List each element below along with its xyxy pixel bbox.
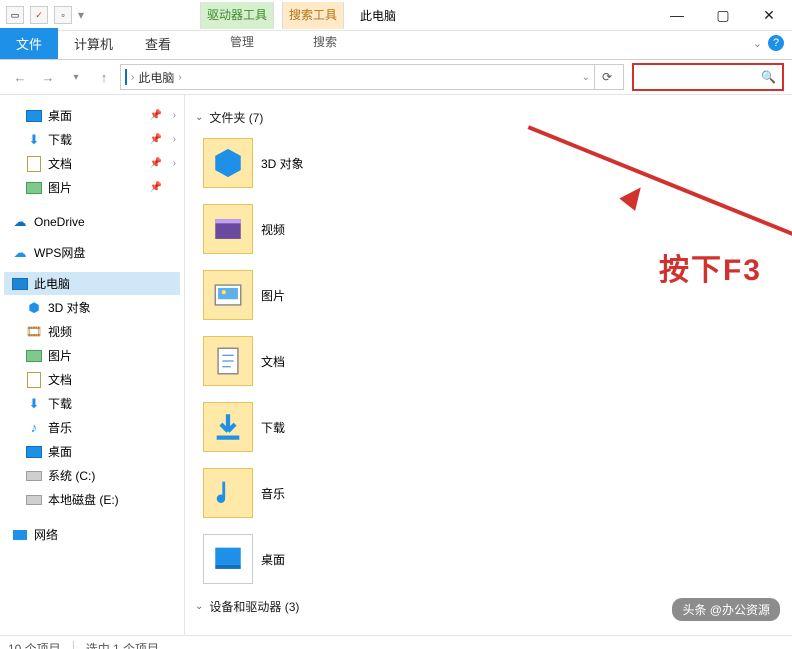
search-input[interactable]: 🔍: [632, 63, 784, 91]
title-bar: ▭ ✓ ▫ ▾ 驱动器工具 搜索工具 此电脑 — ▢ ✕: [0, 0, 792, 31]
window-title: 此电脑: [360, 7, 396, 24]
ribbon-tab-view[interactable]: 查看: [129, 28, 187, 59]
maximize-button[interactable]: ▢: [700, 0, 746, 30]
chevron-right-icon[interactable]: ›: [131, 72, 134, 83]
contextual-tab-drive-tools[interactable]: 驱动器工具: [200, 2, 274, 29]
folder-icon: [203, 336, 253, 386]
tree-item-desktop[interactable]: 桌面📌›: [4, 104, 180, 127]
ribbon-tab-manage[interactable]: 管理: [206, 33, 278, 50]
cloud-icon: [203, 627, 251, 635]
tree-item-wps[interactable]: ☁WPS网盘: [4, 241, 180, 264]
qat-check-icon[interactable]: ✓: [30, 6, 48, 24]
nav-back-button[interactable]: ←: [8, 65, 32, 89]
tree-item-documents2[interactable]: 文档: [4, 368, 180, 391]
folder-item-desktop[interactable]: 桌面: [197, 528, 489, 590]
close-button[interactable]: ✕: [746, 0, 792, 30]
minimize-button[interactable]: —: [654, 0, 700, 30]
folder-icon: [203, 204, 253, 254]
pc-icon: [125, 70, 127, 84]
chevron-right-icon[interactable]: ›: [178, 72, 181, 83]
folder-item-videos[interactable]: 视频: [197, 198, 489, 260]
annotation-text: 按下F3: [659, 245, 762, 289]
folder-item-music[interactable]: 音乐: [197, 462, 489, 524]
pin-icon: 📌: [150, 110, 162, 121]
address-bar: ← → ▾ ↑ › 此电脑 › ⌄ ⟳ 🔍: [0, 60, 792, 95]
pin-icon: 📌: [150, 134, 162, 145]
ribbon-tab-search[interactable]: 搜索: [296, 33, 354, 50]
folder-item-downloads[interactable]: 下载: [197, 396, 489, 458]
tree-item-pictures2[interactable]: 图片: [4, 344, 180, 367]
chevron-right-icon[interactable]: ›: [173, 134, 176, 145]
drive-item-wps[interactable]: WPS网盘双击进入WPS网盘: [197, 621, 489, 635]
tree-item-documents[interactable]: 文档📌›: [4, 152, 180, 175]
ribbon-collapse-icon[interactable]: ⌄: [753, 37, 762, 50]
tree-item-downloads[interactable]: ⬇下载📌›: [4, 128, 180, 151]
refresh-button[interactable]: ⟳: [594, 65, 619, 89]
chevron-right-icon[interactable]: ›: [173, 158, 176, 169]
watermark: 头条 @办公资源: [672, 598, 780, 621]
ribbon-tab-file[interactable]: 文件: [0, 28, 58, 59]
status-bar: 10 个项目 选中 1 个项目: [0, 635, 792, 649]
navigation-tree[interactable]: 桌面📌› ⬇下载📌› 文档📌› 图片📌 ☁OneDrive ☁WPS网盘 此电脑…: [0, 95, 185, 635]
chevron-right-icon[interactable]: ›: [173, 110, 176, 121]
help-icon[interactable]: ?: [768, 35, 784, 51]
group-header-folders[interactable]: ⌄文件夹 (7): [195, 109, 792, 126]
folder-item-pictures[interactable]: 图片: [197, 264, 489, 326]
address-history-icon[interactable]: ⌄: [582, 72, 590, 83]
status-selection: 选中 1 个项目: [86, 640, 159, 649]
qat-overflow-icon[interactable]: ▾: [78, 8, 84, 22]
content-pane[interactable]: ⌄文件夹 (7) 3D 对象 视频 图片 文档 下载 音乐 桌面 ⌄设备和驱动器…: [185, 95, 792, 635]
tree-item-music[interactable]: ♪音乐: [4, 416, 180, 439]
pin-icon: 📌: [150, 158, 162, 169]
breadcrumb-root[interactable]: 此电脑: [138, 69, 174, 86]
qat-explorer-icon[interactable]: ▭: [6, 6, 24, 24]
tree-item-3d[interactable]: ⬢3D 对象: [4, 296, 180, 319]
search-icon: 🔍: [761, 70, 776, 84]
folder-icon: [203, 534, 253, 584]
tree-item-onedrive[interactable]: ☁OneDrive: [4, 211, 180, 233]
folder-icon: [203, 138, 253, 188]
status-item-count: 10 个项目: [8, 640, 61, 649]
chevron-down-icon[interactable]: ⌄: [195, 601, 203, 612]
chevron-down-icon[interactable]: ⌄: [195, 112, 203, 123]
tree-item-drive-c[interactable]: 系统 (C:): [4, 464, 180, 487]
nav-up-button[interactable]: ↑: [92, 65, 116, 89]
tree-item-network[interactable]: 网络: [4, 523, 180, 546]
tree-item-thispc[interactable]: 此电脑: [4, 272, 180, 295]
tree-item-downloads2[interactable]: ⬇下载: [4, 392, 180, 415]
folder-icon: [203, 270, 253, 320]
folder-item-documents[interactable]: 文档: [197, 330, 489, 392]
qat-new-icon[interactable]: ▫: [54, 6, 72, 24]
tree-item-videos[interactable]: 🎞视频: [4, 320, 180, 343]
nav-forward-button[interactable]: →: [36, 65, 60, 89]
contextual-tab-search-tools[interactable]: 搜索工具: [282, 2, 344, 29]
folder-icon: [203, 402, 253, 452]
tree-item-pictures[interactable]: 图片📌: [4, 176, 180, 199]
folder-item-3d[interactable]: 3D 对象: [197, 132, 489, 194]
folder-icon: [203, 468, 253, 518]
breadcrumb[interactable]: › 此电脑 › ⌄ ⟳: [120, 64, 624, 90]
ribbon-tab-computer[interactable]: 计算机: [58, 28, 129, 59]
nav-recent-icon[interactable]: ▾: [64, 65, 88, 89]
tree-item-desktop2[interactable]: 桌面: [4, 440, 180, 463]
tree-item-drive-e[interactable]: 本地磁盘 (E:): [4, 488, 180, 511]
ribbon: 文件 计算机 查看 管理 搜索 ⌄ ?: [0, 31, 792, 60]
pin-icon: 📌: [150, 182, 162, 193]
